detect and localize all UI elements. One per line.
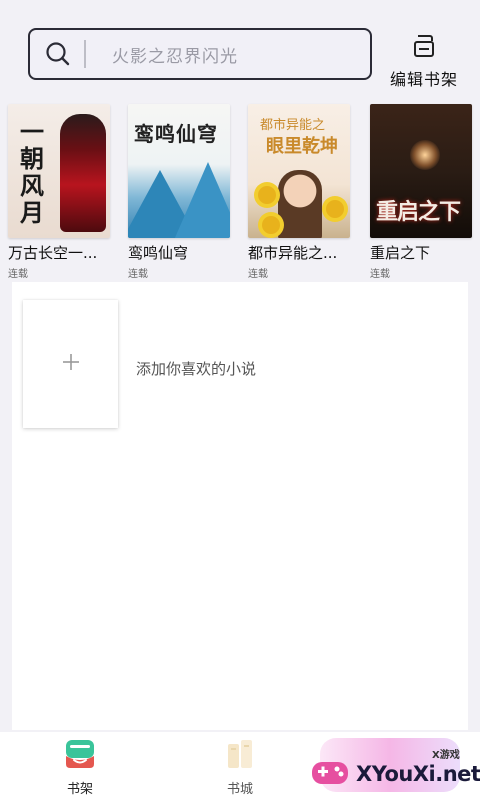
book-title: 鸾鸣仙穹 — [128, 244, 189, 262]
book-title: 重启之下 — [370, 244, 431, 262]
sunflower-icon — [258, 186, 276, 204]
bookstore-icon — [224, 738, 256, 774]
nav-item-bookshelf[interactable]: 书架 — [40, 738, 120, 797]
cover-title-text: 鸾鸣仙穹 — [134, 122, 218, 146]
add-book-button[interactable] — [23, 300, 118, 428]
edit-shelf-button[interactable]: 编辑书架 — [384, 34, 464, 89]
book-item[interactable]: 鸾鸣仙穹 鸾鸣仙穹 连载 — [128, 104, 230, 280]
book-cover[interactable]: 重启之下 — [370, 104, 472, 238]
search-placeholder: 火影之忍界闪光 — [112, 46, 238, 67]
book-status: 连载 — [8, 269, 28, 280]
book-status: 连载 — [370, 269, 390, 280]
search-bar[interactable]: 火影之忍界闪光 — [28, 28, 372, 80]
sunflower-icon — [326, 200, 344, 218]
book-title: 都市异能之... — [248, 244, 338, 262]
book-item[interactable]: 一朝风月 万古长空一... 连载 — [8, 104, 110, 280]
edit-shelf-icon — [413, 34, 435, 62]
plus-icon — [62, 353, 80, 375]
edit-shelf-label: 编辑书架 — [389, 70, 458, 89]
search-divider — [84, 40, 86, 68]
book-cover[interactable]: 一朝风月 — [8, 104, 110, 238]
book-status: 连载 — [248, 269, 268, 280]
nav-label: 书架 — [66, 782, 93, 797]
book-cover[interactable]: 都市异能之 眼里乾坤 — [248, 104, 350, 238]
bottom-nav: 书架 书城 XYouXi.net X游戏 — [0, 732, 480, 800]
cover-subtitle-text: 都市异能之 — [260, 118, 326, 133]
book-title: 万古长空一... — [8, 244, 98, 262]
bookshelf-icon — [64, 738, 96, 774]
book-status: 连载 — [128, 269, 148, 280]
nav-item-bookstore[interactable]: 书城 — [200, 738, 280, 797]
cover-figure — [60, 114, 106, 232]
cover-figure — [278, 170, 322, 238]
sunflower-icon — [262, 216, 280, 234]
add-book-label: 添加你喜欢的小说 — [136, 360, 257, 378]
cover-title-text: 重启之下 — [376, 199, 461, 225]
shelf-panel: 添加你喜欢的小说 — [12, 282, 468, 730]
nav-label: 书城 — [226, 782, 253, 797]
book-item[interactable]: 重启之下 重启之下 连载 — [370, 104, 472, 280]
cover-mountain — [174, 162, 230, 238]
watermark-brand: XYouXi.net — [356, 762, 480, 786]
header: 火影之忍界闪光 编辑书架 — [0, 0, 480, 100]
cover-title-text: 一朝风月 — [20, 117, 44, 227]
search-icon — [34, 30, 82, 78]
gamepad-logo-icon — [310, 752, 350, 792]
cover-glow — [410, 140, 440, 170]
cover-title-text: 眼里乾坤 — [266, 136, 338, 157]
book-list: 一朝风月 万古长空一... 连载 鸾鸣仙穹 鸾鸣仙穹 连载 都市异能之 眼里乾坤… — [0, 104, 480, 280]
book-cover[interactable]: 鸾鸣仙穹 — [128, 104, 230, 238]
watermark-small-text: X游戏 — [432, 750, 460, 761]
book-item[interactable]: 都市异能之 眼里乾坤 都市异能之... 连载 — [248, 104, 350, 280]
